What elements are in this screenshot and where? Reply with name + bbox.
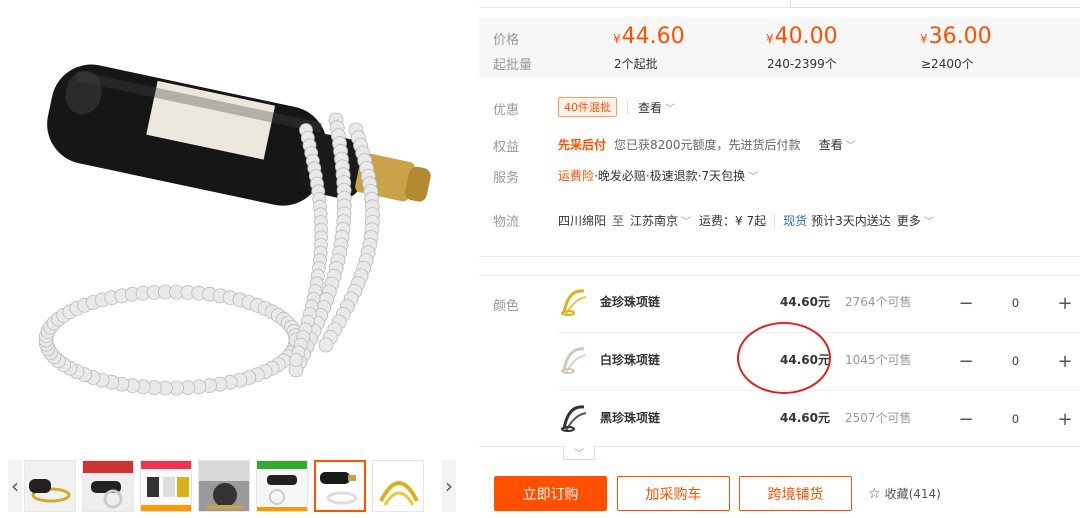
sku-price: 44.60元 [780,295,830,309]
top-border [479,0,1080,8]
buy-now-button[interactable]: 立即订购 [494,476,607,511]
service-list: ·晚发必赔·极速退款·7天包换 [594,169,746,183]
thumbnail[interactable] [256,460,308,512]
chevron-down-icon: ﹀ [923,217,934,228]
ship-from: 四川绵阳 [558,214,607,228]
promo-label: 优惠 [493,103,520,118]
ship-to-select[interactable]: 江苏南京 ﹀ [630,212,691,229]
sku-thumbnail[interactable] [558,285,590,317]
sku-stock: 2764个可售 [845,295,912,309]
annotation-circle [737,322,831,394]
increment-button[interactable]: + [1050,288,1080,318]
sku-price: 44.60元 [780,411,830,425]
thumbnail-next-arrow[interactable]: › [442,460,456,512]
sku-thumbnail[interactable] [558,343,590,375]
rights-highlight: 先采后付 [558,138,607,152]
add-to-cart-button[interactable]: 加采购车 [617,476,730,511]
more-link[interactable]: 更多 ﹀ [897,212,934,229]
thumbnail[interactable] [82,460,134,512]
service-row[interactable]: 运费险 ·晚发必赔·极速退款·7天包换 ﹀ [558,167,758,184]
tier-price-3: ¥36.00 [920,24,992,49]
decrement-button[interactable]: − [951,288,981,318]
favorite-count: 收藏(414) [884,487,941,501]
quantity-input[interactable] [981,290,1050,316]
thumbnail-strip: ‹ › [8,460,456,512]
sku-stock: 2507个可售 [845,411,912,425]
freight: 运费：¥ 7起 [699,214,767,228]
color-label: 颜色 [493,299,520,314]
star-icon: ☆ [868,485,881,502]
sku-name: 白珍珠项链 [600,353,661,367]
thumbnail[interactable] [140,460,192,512]
service-insurance: 运费险 [558,169,595,183]
tier-range-2: 240-2399个 [767,57,837,71]
price-band: 价格 起批量 ¥44.60 2个起批 ¥40.00 240-2399个 ¥36.… [479,17,1080,77]
thumbnail-active[interactable] [314,460,366,512]
quantity-input[interactable] [981,406,1050,432]
chevron-down-icon: ﹀ [665,103,676,115]
sku-name: 黑珍珠项链 [600,411,661,425]
favorite-button[interactable]: ☆ 收藏(414) [868,485,941,502]
sku-thumbnail[interactable] [558,401,590,433]
rights-label: 权益 [493,140,520,155]
increment-button[interactable]: + [1050,346,1080,376]
promo-row: 40件混批 查看 ﹀ [558,97,675,117]
quantity-stepper: − + [951,404,1080,434]
increment-button[interactable]: + [1050,404,1080,434]
promo-view-link[interactable]: 查看 ﹀ [638,99,675,116]
quantity-input[interactable] [981,348,1050,374]
thumbnail[interactable] [24,460,76,512]
sku-name: 金珍珠项链 [600,295,661,309]
tier-range-3: ≥2400个 [921,57,974,71]
tier-price-1: ¥44.60 [613,24,685,49]
main-product-image[interactable] [6,0,461,452]
promo-tag: 40件混批 [558,97,617,117]
price-label: 价格 [493,33,520,48]
decrement-button[interactable]: − [951,346,981,376]
thumbnail[interactable] [198,460,250,512]
sku-row: 黑珍珠项链 44.60元 2507个可售 − + [558,391,1080,449]
eta: 预计3天内送达 [811,214,891,228]
sku-row: 金珍珠项链 44.60元 2764个可售 − + [558,275,1080,333]
chevron-down-icon: ﹀ [681,217,692,228]
product-gallery: ‹ › [0,0,470,518]
logistics-row: 四川绵阳 至 江苏南京 ﹀ 运费：¥ 7起 现货 预计3天内送达 更多 ﹀ [558,212,934,229]
stock-status: 现货 [783,214,808,228]
rights-view-link[interactable]: 查看 ﹀ [819,136,856,153]
tier-range-1: 2个起批 [614,57,658,71]
logistics-label: 物流 [493,215,520,230]
moq-label: 起批量 [493,58,533,73]
expand-sku-arrow[interactable]: ﹀ [563,446,595,460]
tier-price-2: ¥40.00 [766,24,838,49]
cross-border-button[interactable]: 跨境铺货 [739,476,852,511]
rights-text: 您已获8200元额度，先进货后付款 [614,138,801,152]
service-label: 服务 [493,171,520,186]
quantity-stepper: − + [951,288,1080,318]
sku-stock: 1045个可售 [845,353,912,367]
product-page: ‹ › 价格 起批量 ¥44.60 2个起批 ¥40.00 240-2399个 … [0,0,1080,518]
thumbnail[interactable] [372,460,424,512]
product-detail-panel: 价格 起批量 ¥44.60 2个起批 ¥40.00 240-2399个 ¥36.… [479,0,1080,518]
quantity-stepper: − + [951,346,1080,376]
thumbnail-prev-arrow[interactable]: ‹ [8,460,22,512]
rights-row: 先采后付 您已获8200元额度，先进货后付款 查看 ﹀ [558,136,856,153]
chevron-down-icon: ﹀ [845,141,856,152]
chevron-down-icon: ﹀ [748,172,759,183]
decrement-button[interactable]: − [951,404,981,434]
